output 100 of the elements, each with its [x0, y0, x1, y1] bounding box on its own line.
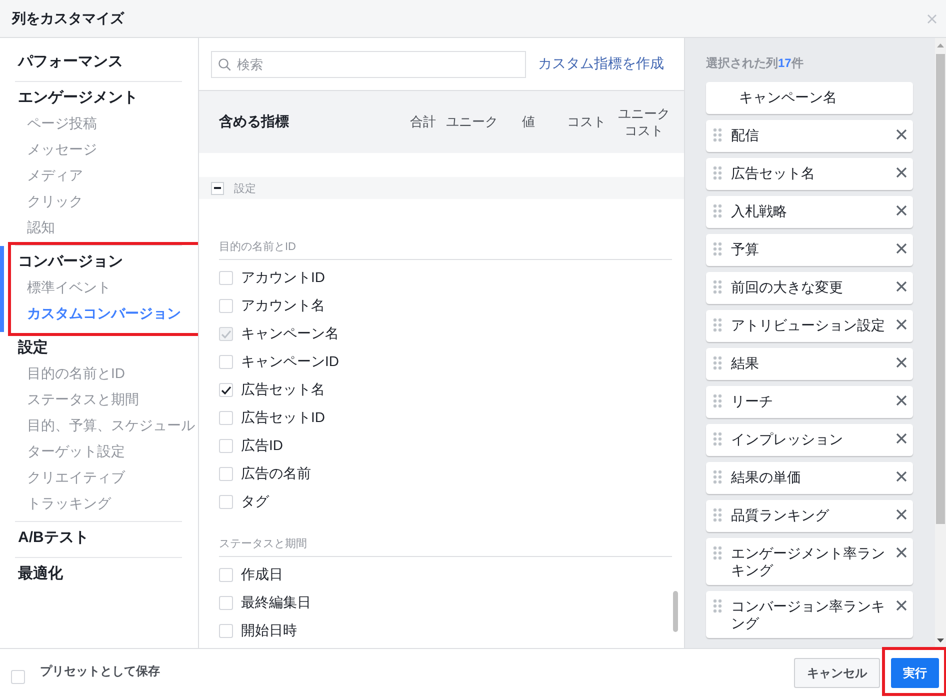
column-name: アトリビューション設定 [731, 317, 886, 334]
column-name: 品質ランキング [731, 507, 830, 524]
close-icon[interactable] [896, 600, 907, 611]
close-icon[interactable] [896, 281, 907, 292]
apply-button[interactable]: 実行 [891, 658, 939, 688]
preset-label: プリセットとして保存 [40, 662, 160, 680]
close-icon[interactable] [896, 319, 907, 330]
search-field[interactable]: 検索 [211, 50, 526, 78]
drag-handle-icon [712, 394, 724, 408]
metric-label: 作成日 [241, 566, 283, 584]
metric-label: アカウント名 [241, 297, 325, 315]
close-icon[interactable] [896, 509, 907, 520]
close-icon[interactable] [896, 395, 907, 406]
metric-label: 広告ID [241, 437, 283, 455]
selected-column-card[interactable]: 入札戦略 [706, 196, 913, 228]
selected-column-card[interactable]: 品質ランキング [706, 500, 913, 532]
selected-column-card[interactable]: 広告セット名 [706, 158, 913, 190]
checkbox[interactable] [219, 624, 233, 638]
column-name: キャンペーン名 [739, 89, 838, 106]
selected-column-card[interactable]: 予算 [706, 234, 913, 266]
close-icon[interactable] [896, 205, 907, 216]
scroll-up-icon [937, 43, 944, 48]
column-name: 配信 [731, 127, 760, 144]
header-title: 含める指標 [219, 113, 290, 131]
close-icon[interactable] [896, 243, 907, 254]
drag-handle-icon [712, 356, 724, 370]
drag-handle-icon [712, 242, 724, 256]
column-name: 結果の単価 [731, 469, 802, 486]
selected-column-card[interactable]: 結果 [706, 348, 913, 380]
close-icon[interactable] [896, 547, 907, 558]
checkbox[interactable] [219, 271, 233, 285]
selected-column-card[interactable]: 結果の単価 [706, 462, 913, 494]
scrollbar-thumb[interactable] [936, 54, 945, 524]
sidebar-item[interactable]: カスタムコンバージョン [27, 300, 181, 326]
drag-handle-icon [712, 432, 724, 446]
collapse-toggle[interactable] [211, 182, 224, 194]
drag-handle-icon [712, 599, 724, 613]
checkbox[interactable] [219, 411, 233, 425]
checkbox[interactable] [219, 495, 233, 509]
sidebar-section[interactable]: コンバージョン [15, 250, 126, 274]
checkbox[interactable] [219, 568, 233, 582]
group-label: ステータスと期間 [219, 516, 672, 557]
column-header: 値 [522, 113, 535, 131]
sidebar-section[interactable]: パフォーマンス [15, 50, 126, 74]
column-name: リーチ [731, 393, 774, 410]
selected-column-card[interactable]: コンバージョン率ランキング [706, 591, 913, 638]
drag-handle-icon [712, 508, 724, 522]
sidebar-section[interactable]: 設定 [15, 336, 51, 360]
drag-handle-icon [712, 318, 724, 332]
column-name: 予算 [731, 241, 760, 258]
column-name: 入札戦略 [731, 203, 788, 220]
checkbox[interactable] [219, 467, 233, 481]
sidebar-section[interactable]: 最適化 [15, 562, 66, 586]
checkbox[interactable] [219, 596, 233, 610]
metric-label: タグ [241, 493, 269, 511]
checkbox[interactable] [219, 383, 233, 397]
metric-label: キャンペーン名 [241, 325, 339, 343]
column-name: 広告セット名 [731, 165, 816, 182]
checkbox[interactable] [219, 439, 233, 453]
check-icon [220, 384, 232, 396]
checkbox[interactable] [219, 299, 233, 313]
column-name: 結果 [731, 355, 760, 372]
create-metric-link[interactable]: カスタム指標を作成 [538, 55, 664, 73]
close-icon[interactable] [896, 357, 907, 368]
metric-label: 開始日時 [241, 622, 297, 640]
selected-column-card[interactable]: 前回の大きな変更 [706, 272, 913, 304]
close-icon[interactable] [896, 471, 907, 482]
drag-handle-icon [712, 546, 724, 560]
selected-column-card[interactable]: リーチ [706, 386, 913, 418]
search-icon [218, 58, 231, 70]
group-label: 目的の名前とID [219, 199, 672, 260]
metric-label: 最終編集日 [241, 594, 311, 612]
column-header: ユニーク [446, 113, 498, 131]
close-icon[interactable] [896, 167, 907, 178]
selected-column-card[interactable]: エンゲージメント率ランキング [706, 538, 913, 585]
column-header: ユニークコスト [617, 105, 671, 139]
checkbox[interactable] [219, 355, 233, 369]
drag-handle-icon [712, 470, 724, 484]
selected-column-card[interactable]: キャンペーン名 [706, 82, 913, 114]
drag-handle-icon [712, 204, 724, 218]
column-header: 合計 [410, 113, 436, 131]
cancel-button[interactable]: キャンセル [794, 658, 880, 688]
column-name: エンゲージメント率ランキング [731, 545, 886, 579]
sidebar-section[interactable]: エンゲージメント [15, 86, 141, 110]
selected-column-card[interactable]: インプレッション [706, 424, 913, 456]
column-name: インプレッション [731, 431, 844, 448]
selected-column-card[interactable]: 配信 [706, 120, 913, 152]
drag-handle-icon [712, 128, 724, 142]
metric-label: アカウントID [241, 269, 325, 287]
metric-label: 広告セットID [241, 409, 325, 427]
scrollbar-thumb[interactable] [673, 591, 678, 632]
column-name: 前回の大きな変更 [731, 279, 844, 296]
sidebar-section[interactable]: A/Bテスト [15, 526, 92, 550]
metric-label: キャンペーンID [241, 353, 339, 371]
close-icon[interactable] [896, 433, 907, 444]
checkbox[interactable] [11, 670, 25, 684]
drag-handle-icon [712, 280, 724, 294]
metric-label: 広告セット名 [241, 381, 325, 399]
selected-column-card[interactable]: アトリビューション設定 [706, 310, 913, 342]
close-icon[interactable] [896, 129, 907, 140]
